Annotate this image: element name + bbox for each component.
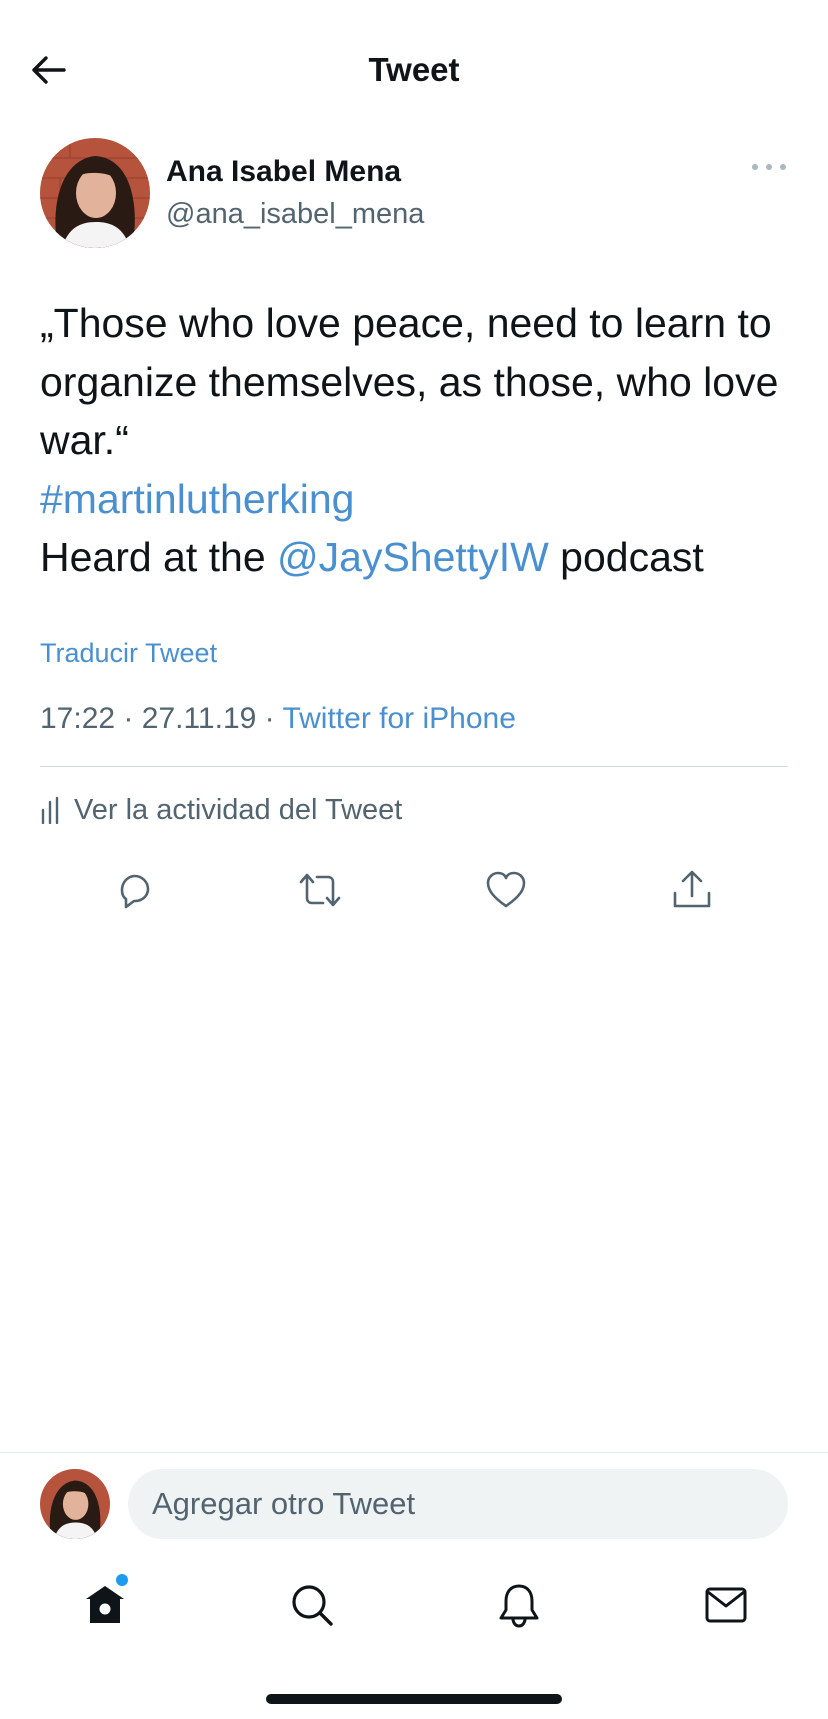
bottom-nav: [0, 1570, 828, 1640]
author-avatar[interactable]: [40, 138, 150, 248]
home-notification-dot: [116, 1574, 128, 1586]
tweet-meta: 17:22 · 27.11.19 · Twitter for iPhone: [40, 700, 516, 738]
heart-icon: [486, 871, 526, 908]
mail-icon: [705, 1587, 747, 1623]
tweet-quote: „Those who love peace, need to learn to …: [40, 300, 779, 463]
share-button[interactable]: [662, 860, 722, 920]
reply-composer-input[interactable]: Agregar otro Tweet: [128, 1469, 788, 1539]
nav-notifications[interactable]: [484, 1570, 554, 1640]
author-name[interactable]: Ana Isabel Mena: [166, 154, 401, 190]
nav-search[interactable]: [277, 1570, 347, 1640]
author-handle[interactable]: @ana_isabel_mena: [166, 196, 424, 232]
translate-tweet-link[interactable]: Traducir Tweet: [40, 636, 217, 670]
tweet-text-prefix: Heard at the: [40, 534, 278, 580]
search-icon: [292, 1585, 333, 1626]
home-indicator[interactable]: [266, 1694, 562, 1704]
bar-chart-icon: [41, 796, 59, 824]
tweet-detail-screen: Tweet Ana Isabel Mena @ana_isabel_mena „…: [0, 0, 828, 1719]
tweet-actions: [0, 860, 828, 920]
reply-button[interactable]: [104, 860, 164, 920]
mention-link[interactable]: @JayShettyIW: [277, 534, 549, 580]
hashtag-link[interactable]: #martinlutherking: [40, 476, 355, 522]
divider: [40, 766, 788, 767]
nav-home[interactable]: [70, 1570, 140, 1640]
meta-separator: ·: [123, 702, 134, 735]
activity-label: Ver la actividad del Tweet: [74, 793, 403, 826]
meta-separator: ·: [264, 702, 275, 735]
home-icon: [86, 1586, 124, 1623]
composer-avatar[interactable]: [40, 1469, 110, 1539]
tweet-text: „Those who love peace, need to learn to …: [40, 294, 800, 587]
share-icon: [673, 870, 711, 908]
more-options-button[interactable]: [752, 160, 786, 174]
nav-messages[interactable]: [691, 1570, 761, 1640]
avatar-photo: [40, 1469, 110, 1539]
tweet-activity-link[interactable]: Ver la actividad del Tweet: [40, 790, 402, 830]
composer-placeholder: Agregar otro Tweet: [152, 1486, 416, 1521]
page-title: Tweet: [368, 51, 460, 88]
tweet-time: 17:22: [40, 702, 116, 735]
bell-icon: [499, 1584, 539, 1628]
retweet-icon: [299, 873, 341, 907]
reply-icon: [120, 874, 150, 909]
tweet-date: 27.11.19: [141, 702, 257, 735]
header: Tweet: [0, 0, 828, 140]
tweet-source-link[interactable]: Twitter for iPhone: [282, 702, 515, 735]
like-button[interactable]: [476, 860, 536, 920]
tweet-text-suffix: podcast: [548, 534, 704, 580]
more-horizontal-icon: [752, 164, 758, 170]
avatar-photo: [40, 138, 150, 248]
composer-divider: [0, 1452, 828, 1453]
retweet-button[interactable]: [290, 860, 350, 920]
